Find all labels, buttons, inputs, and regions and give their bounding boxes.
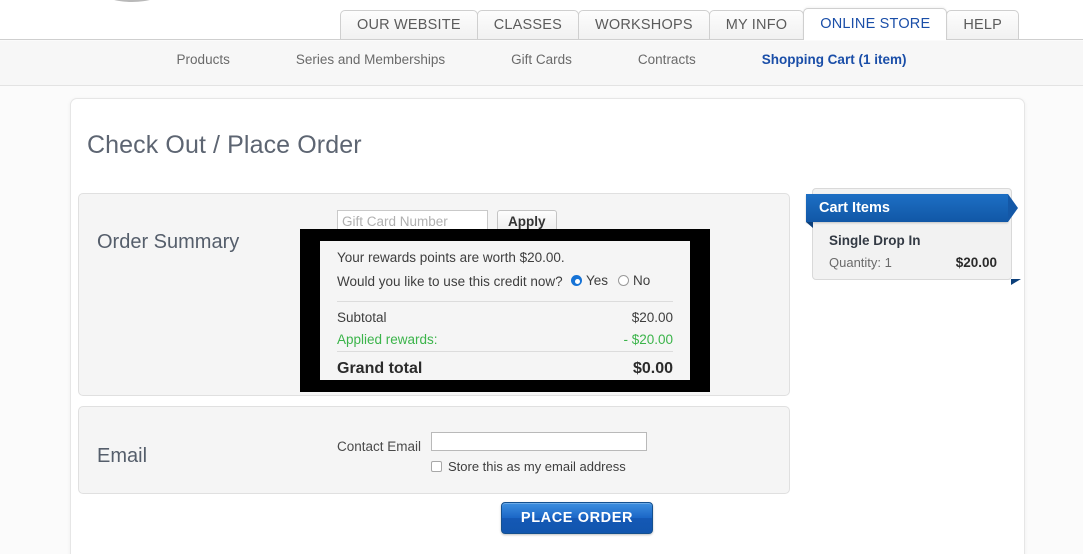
tab-label: ONLINE STORE [820,16,931,32]
rewards-question: Would you like to use this credit now? [337,274,563,289]
rewards-radio-group[interactable]: Yes No [571,273,660,288]
rewards-highlight-box: Your rewards points are worth $20.00. Wo… [300,229,710,392]
grand-total-label: Grand total [337,360,423,377]
grand-total-row: Grand total $0.00 [337,360,673,378]
page-title: Check Out / Place Order [87,131,362,159]
ribbon-fold-shadow [1011,279,1021,285]
tab-online-store[interactable]: ONLINE STORE [803,8,948,40]
grand-total-value: $0.00 [632,360,673,377]
subnav-item-series-memberships[interactable]: Series and Memberships [263,52,478,67]
cart-item-quantity: Quantity: 1 [829,255,892,270]
cart-items-header: Cart Items [806,194,1018,228]
tab-label: OUR WEBSITE [357,17,461,33]
store-email-checkbox[interactable] [431,461,442,472]
cart-items-header-label: Cart Items [819,200,890,216]
place-order-button[interactable]: PLACE ORDER [501,502,653,534]
tab-label: HELP [963,17,1003,33]
store-email-row[interactable]: Store this as my email address [431,459,626,474]
email-panel: Email Contact Email Store this as my ema… [78,406,790,494]
subtotal-value: $20.00 [631,310,673,325]
radio-yes[interactable] [571,275,582,286]
tab-classes[interactable]: CLASSES [476,10,580,39]
tab-label: MY INFO [725,17,788,33]
tab-our-website[interactable]: OUR WEBSITE [340,10,478,39]
radio-no[interactable] [618,275,630,286]
divider-bottom [337,351,673,352]
applied-rewards-value: - $20.00 [623,332,673,347]
tab-help[interactable]: HELP [946,10,1020,39]
rewards-worth-text: Your rewards points are worth $20.00. [337,250,565,265]
subnav-item-products[interactable]: Products [144,52,263,67]
secondary-nav-items: Products Series and Memberships Gift Car… [0,52,1083,67]
email-section-label: Email [97,445,148,467]
checkout-page: OUR WEBSITE CLASSES WORKSHOPS MY INFO ON… [0,0,1083,554]
subnav-item-shopping-cart[interactable]: Shopping Cart (1 item) [729,52,940,67]
divider-top [337,301,673,302]
tab-label: CLASSES [493,17,563,33]
cart-items-panel: Cart Items Single Drop In Quantity: 1 $2… [806,188,1021,285]
rewards-block: Your rewards points are worth $20.00. Wo… [320,241,690,380]
cart-item-name: Single Drop In [829,233,921,248]
store-email-label: Store this as my email address [448,459,626,474]
secondary-navigation: Products Series and Memberships Gift Car… [0,41,1083,86]
radio-no-label: No [633,273,651,288]
subtotal-row: Subtotal $20.00 [337,310,673,325]
tab-label: WORKSHOPS [595,17,693,33]
radio-yes-label: Yes [586,273,609,288]
primary-tabs: OUR WEBSITE CLASSES WORKSHOPS MY INFO ON… [340,8,1020,40]
applied-rewards-row: Applied rewards: - $20.00 [337,332,673,347]
subnav-item-gift-cards[interactable]: Gift Cards [478,52,605,67]
subnav-item-contracts[interactable]: Contracts [605,52,729,67]
cart-item-price: $20.00 [955,255,997,270]
primary-navigation: OUR WEBSITE CLASSES WORKSHOPS MY INFO ON… [0,0,1083,40]
tab-my-info[interactable]: MY INFO [708,10,805,39]
subtotal-label: Subtotal [337,310,387,325]
tab-workshops[interactable]: WORKSHOPS [578,10,710,39]
order-summary-label: Order Summary [97,231,240,253]
contact-email-input[interactable] [431,432,647,451]
applied-rewards-label: Applied rewards: [337,332,438,347]
contact-email-label: Contact Email [337,439,422,454]
